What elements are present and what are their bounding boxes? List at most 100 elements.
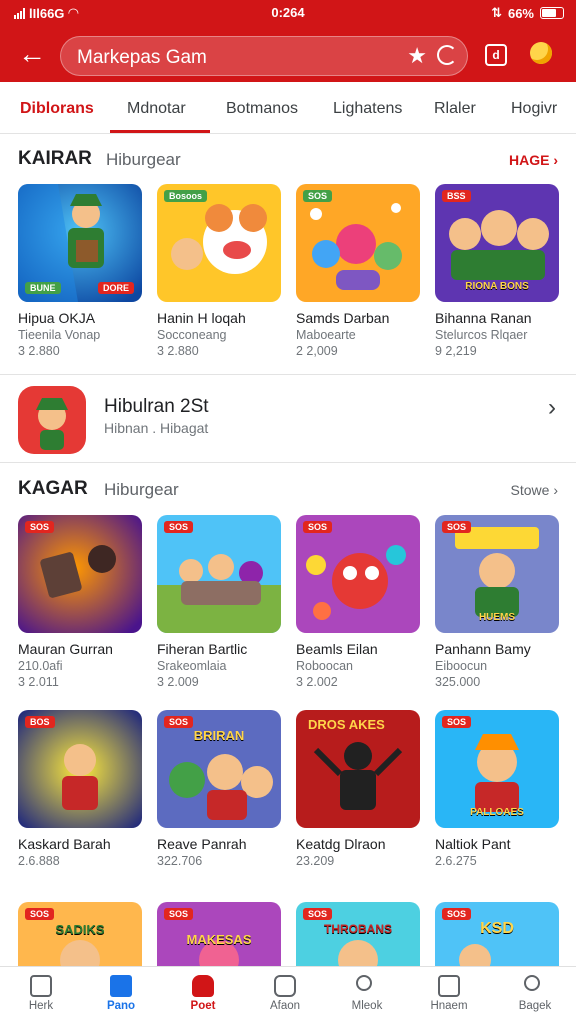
game-card[interactable]: Bosoos Hanin H loqah Socconeang 3 2.880 bbox=[157, 184, 281, 358]
gallery-icon bbox=[438, 975, 460, 997]
game-card[interactable]: SOS BRIRAN Reave Panrah 322.706 bbox=[157, 710, 281, 868]
section-title: KAGAR bbox=[18, 478, 88, 499]
nav-label: Afaon bbox=[269, 1000, 301, 1012]
game-downloads: 9 2,219 bbox=[435, 344, 477, 358]
game-name: Naltiok Pant bbox=[435, 836, 511, 852]
game-thumbnail: DROS AKES bbox=[296, 710, 420, 828]
signal-arrow-icon: ⇅ bbox=[491, 5, 502, 20]
thumb-label: THROBANS bbox=[324, 922, 392, 936]
game-name: Beamls Eilan bbox=[296, 641, 378, 657]
thumb-label: HUEMS bbox=[478, 612, 516, 623]
section-header: KAGAR Hiburgear Stowe › bbox=[0, 474, 576, 504]
nav-item-books[interactable]: Bagek bbox=[494, 967, 576, 1024]
toolbar: ← Markepas Gam ★ d bbox=[0, 32, 576, 78]
game-card[interactable]: SOS Samds Darban Maboearte 2 2,009 bbox=[296, 184, 420, 358]
tab-5[interactable]: Hogivr bbox=[511, 100, 557, 118]
status-bar: lIl66G ◠ 0:264 ⇅ 66% bbox=[0, 0, 576, 26]
category-tabs: Diblorans Mdnotar Botmanos Lighatens Rla… bbox=[0, 82, 576, 134]
game-downloads: 3 2.009 bbox=[157, 675, 199, 689]
bottom-navigation: Herk Pano Poet Afaon Mleok Hnaem Bagek bbox=[0, 966, 576, 1024]
nav-item-post[interactable]: Poet bbox=[162, 967, 244, 1024]
thumb-label: SADIKS bbox=[55, 922, 105, 937]
featured-subtitle: Hibnan . Hibagat bbox=[104, 420, 209, 436]
nav-item-games[interactable]: Pano bbox=[80, 967, 162, 1024]
tabs-icon[interactable]: d bbox=[485, 44, 507, 66]
tab-1[interactable]: Mdnotar bbox=[127, 100, 186, 118]
tab-0[interactable]: Diblorans bbox=[20, 100, 94, 118]
tab-4[interactable]: Rlaler bbox=[434, 100, 476, 118]
nav-label: Mleok bbox=[351, 1000, 383, 1012]
game-name: Reave Panrah bbox=[157, 836, 247, 852]
nav-item-home[interactable]: Herk bbox=[0, 967, 82, 1024]
chevron-right-icon[interactable]: › bbox=[548, 394, 556, 422]
game-card[interactable]: BOS Kaskard Barah 2.6.888 bbox=[18, 710, 142, 868]
thumb-badge: SOS bbox=[25, 908, 55, 920]
nav-label: Herk bbox=[28, 1000, 54, 1012]
game-downloads: 325.000 bbox=[435, 675, 481, 689]
game-card[interactable]: SOS PALLOAES Naltiok Pant 2.6.275 bbox=[435, 710, 559, 868]
featured-title: Hibulran 2St bbox=[104, 396, 209, 417]
thumb-label: PALLOAES bbox=[470, 807, 524, 818]
games-icon bbox=[110, 975, 132, 997]
game-name: Kaskard Barah bbox=[18, 836, 111, 852]
game-card[interactable]: SOS Fiheran Bartlic Srakeomlaia 3 2.009 bbox=[157, 515, 281, 689]
see-more-link[interactable]: Stowe › bbox=[511, 482, 558, 498]
game-thumbnail: BSS RIONA BONS bbox=[435, 184, 559, 302]
game-name: Fiheran Bartlic bbox=[157, 641, 248, 657]
nav-label: Pano bbox=[106, 1000, 136, 1012]
nav-label: Hnaem bbox=[430, 1000, 468, 1012]
profile-icon[interactable] bbox=[530, 42, 552, 64]
featured-art bbox=[18, 386, 86, 454]
game-card[interactable]: BUNE DORE Hipua OKJA Tieenila Vonap 3 2.… bbox=[18, 184, 142, 358]
game-downloads: 3 2.880 bbox=[18, 344, 60, 358]
game-developer: Socconeang bbox=[157, 328, 227, 342]
tab-3[interactable]: Lighatens bbox=[333, 100, 402, 118]
thumb-badge: SOS bbox=[164, 521, 194, 533]
featured-app-row[interactable]: Hibulran 2St Hibnan . Hibagat › bbox=[0, 378, 576, 458]
see-more-label: Stowe bbox=[510, 482, 550, 498]
game-thumbnail: SOS bbox=[296, 184, 420, 302]
search-input[interactable]: Markepas Gam ★ bbox=[60, 36, 468, 76]
back-arrow-icon[interactable]: ← bbox=[14, 38, 50, 74]
thumb-label: DORE bbox=[97, 282, 134, 294]
game-card[interactable]: SOS Mauran Gurran 210.0afi 3 2.011 bbox=[18, 515, 142, 689]
game-thumbnail: SOS bbox=[157, 515, 281, 633]
see-more-link[interactable]: HAGE › bbox=[509, 152, 558, 168]
status-time: 0:264 bbox=[271, 5, 305, 20]
game-downloads: 23.209 bbox=[296, 854, 335, 868]
thumb-badge: SOS bbox=[303, 908, 333, 920]
search-icon bbox=[356, 975, 378, 997]
game-name: Samds Darban bbox=[296, 310, 390, 326]
game-downloads: 2 2,009 bbox=[296, 344, 338, 358]
game-developer: Tieenila Vonap bbox=[18, 328, 101, 342]
post-icon bbox=[192, 975, 214, 997]
app-header: lIl66G ◠ 0:264 ⇅ 66% ← Markepas Gam ★ d bbox=[0, 0, 576, 82]
game-card[interactable]: DROS AKES Keatdg Dlraon 23.209 bbox=[296, 710, 420, 868]
game-thumbnail: SOS bbox=[18, 515, 142, 633]
tab-2[interactable]: Botmanos bbox=[226, 100, 298, 118]
game-name: Keatdg Dlraon bbox=[296, 836, 386, 852]
thumb-badge: SOS bbox=[442, 908, 472, 920]
game-card[interactable]: SOS Beamls Eilan Roboocan 3 2.002 bbox=[296, 515, 420, 689]
thumb-label: KSD bbox=[480, 920, 514, 937]
tab-indicator bbox=[110, 130, 210, 133]
nav-item-gallery[interactable]: Hnaem bbox=[408, 967, 490, 1024]
refresh-icon[interactable] bbox=[437, 45, 457, 65]
game-thumbnail: BUNE DORE bbox=[18, 184, 142, 302]
nav-item-apps[interactable]: Afaon bbox=[244, 967, 326, 1024]
section-subtitle: Hiburgear bbox=[104, 480, 179, 499]
game-thumbnail: BOS bbox=[18, 710, 142, 828]
game-downloads: 322.706 bbox=[157, 854, 203, 868]
section-divider bbox=[0, 462, 576, 463]
game-name: Hanin H loqah bbox=[157, 310, 246, 326]
thumb-badge: DROS AKES bbox=[308, 717, 385, 732]
game-card[interactable]: SOS HUEMS Panhann Bamy Eiboocun 325.000 bbox=[435, 515, 559, 689]
nav-item-search[interactable]: Mleok bbox=[326, 967, 408, 1024]
star-icon[interactable]: ★ bbox=[407, 43, 427, 69]
game-developer: Maboearte bbox=[296, 328, 356, 342]
game-name: Panhann Bamy bbox=[435, 641, 531, 657]
game-card[interactable]: BSS RIONA BONS Bihanna Ranan Stelurcos R… bbox=[435, 184, 559, 358]
game-thumbnail: SOS BRIRAN bbox=[157, 710, 281, 828]
game-developer: 210.0afi bbox=[18, 659, 63, 673]
game-name: Hipua OKJA bbox=[18, 310, 96, 326]
